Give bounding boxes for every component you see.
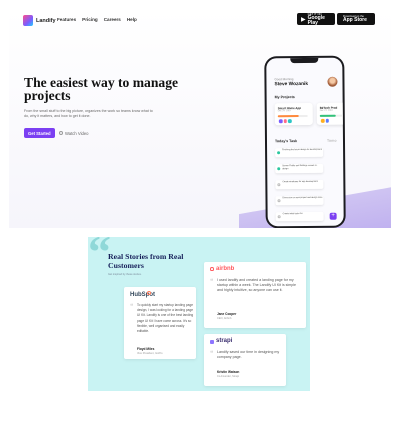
empty-circle-icon[interactable]	[277, 182, 281, 186]
task-text: Create initial tasks for	[282, 213, 303, 216]
task-item[interactable]: Create initial tasks for	[275, 211, 324, 222]
task-item[interactable]: Discussion on new project and design rul…	[275, 195, 324, 206]
project-progress-bar	[319, 114, 344, 117]
testimonial-role: CEO, Airbnb	[217, 317, 232, 320]
task-text: Create wireframe for app development	[282, 181, 318, 184]
airbnb-icon	[210, 267, 214, 271]
project-card[interactable]: Smart Home App Dec 24, 2019	[274, 102, 313, 126]
task-item[interactable]: Screen Profile and Settings screen re-de…	[275, 163, 324, 174]
get-started-button[interactable]: Get Started	[24, 128, 55, 138]
testimonial-card-strapi: strapi ❝ Landify saved our time in desig…	[204, 334, 286, 386]
testimonial-author: Jane Cooper	[217, 312, 237, 316]
project-progress-fill	[319, 114, 336, 117]
project-members	[319, 117, 331, 124]
nav-link-careers[interactable]: Careers	[104, 17, 121, 22]
greeting-text: Good Morning	[274, 77, 294, 82]
logo-icon	[23, 15, 33, 26]
hero-section: Landify Features Pricing Careers Help ▶ …	[9, 10, 391, 228]
testimonial-card-airbnb: airbnb ❝ I used landify and created a la…	[204, 262, 306, 328]
tasks-heading: Today's Task	[274, 139, 298, 144]
nav-link-features[interactable]: Features	[57, 17, 76, 22]
hubspot-sprocket-icon	[147, 291, 151, 295]
project-date: Dec 24, 2019	[277, 110, 291, 113]
phone-screen: Good Morning Steve Wozanik My Projects S…	[266, 57, 344, 227]
testimonial-role: Co-Founder, Strapi	[217, 375, 239, 378]
project-card[interactable]: B2Tech Prod Dec 27, 2019	[316, 102, 344, 125]
add-task-button[interactable]: +	[329, 212, 337, 220]
testimonial-author: Floyd Miles	[137, 347, 155, 351]
phone-notch	[290, 57, 319, 64]
logo-text: Landify	[36, 17, 56, 24]
hero-title: The easiest way to manage projects	[24, 75, 179, 103]
quote-icon: ❝	[210, 279, 214, 285]
main-nav: Features Pricing Careers Help	[57, 17, 137, 22]
task-text: Finishing the future design for developm…	[282, 149, 322, 152]
empty-circle-icon[interactable]	[277, 214, 281, 218]
check-circle-icon[interactable]	[277, 166, 281, 170]
task-item[interactable]: Finishing the future design for developm…	[275, 147, 324, 158]
google-play-label: Google Play	[307, 14, 325, 26]
testimonials-title: Real Stories from Real Customers	[108, 252, 184, 270]
hero-subtitle: From the small stuff to the big picture,…	[24, 109, 153, 118]
brand-logo-airbnb: airbnb	[216, 266, 235, 272]
logo[interactable]: Landify	[23, 15, 56, 26]
testimonial-role: Vice President, GoPro	[137, 352, 163, 355]
check-circle-icon[interactable]	[277, 150, 281, 154]
projects-heading: My Projects	[274, 95, 295, 100]
testimonials-subtitle: Get inspired by these stories.	[108, 273, 142, 276]
project-members	[277, 118, 293, 124]
project-progress-fill	[277, 115, 299, 117]
phone-mockup: Good Morning Steve Wozanik My Projects S…	[264, 55, 346, 228]
brand-logo-hubspot: HubSpot	[130, 292, 155, 298]
testimonial-text: To quickly start my startup landing page…	[137, 303, 194, 334]
nav-link-help[interactable]: Help	[127, 17, 137, 22]
project-date: Dec 27, 2019	[319, 109, 333, 112]
play-circle-icon	[59, 131, 63, 135]
testimonial-author: Kristin Watson	[217, 370, 240, 374]
quote-icon: ❝	[130, 304, 134, 310]
strapi-icon	[210, 340, 214, 344]
watch-video-label: Watch Video	[65, 130, 89, 136]
empty-circle-icon[interactable]	[277, 198, 281, 202]
task-text: Screen Profile and Settings screen re-de…	[282, 165, 318, 171]
task-text: Discussion on new project and design rul…	[282, 197, 323, 200]
watch-video-button[interactable]: Watch Video	[59, 128, 89, 138]
google-play-icon: ▶	[301, 16, 306, 23]
task-item[interactable]: Create wireframe for app development	[275, 179, 324, 190]
brand-logo-strapi: strapi	[216, 338, 233, 344]
app-store-label: App Store	[343, 17, 367, 23]
member-avatar	[324, 117, 331, 124]
quote-icon: ❝	[210, 351, 214, 357]
member-avatar	[287, 118, 293, 124]
tasks-heading-tomorrow: Tomo	[326, 138, 337, 143]
testimonial-text: I used landify and created a landing pag…	[217, 278, 297, 293]
user-name: Steve Wozanik	[274, 81, 309, 88]
project-progress-bar	[277, 114, 308, 117]
google-play-button[interactable]: ▶ GET IT ON Google Play	[297, 12, 335, 26]
nav-link-pricing[interactable]: Pricing	[82, 17, 98, 22]
testimonial-text: Landify saved our time in designing my c…	[217, 350, 280, 360]
app-store-button[interactable]: Download on the App Store	[337, 13, 375, 25]
testimonial-card-hubspot: HubSpot ❝ To quickly start my startup la…	[124, 287, 196, 359]
avatar[interactable]	[327, 76, 338, 87]
testimonials-section: “ Real Stories from Real Customers Get i…	[88, 237, 310, 391]
